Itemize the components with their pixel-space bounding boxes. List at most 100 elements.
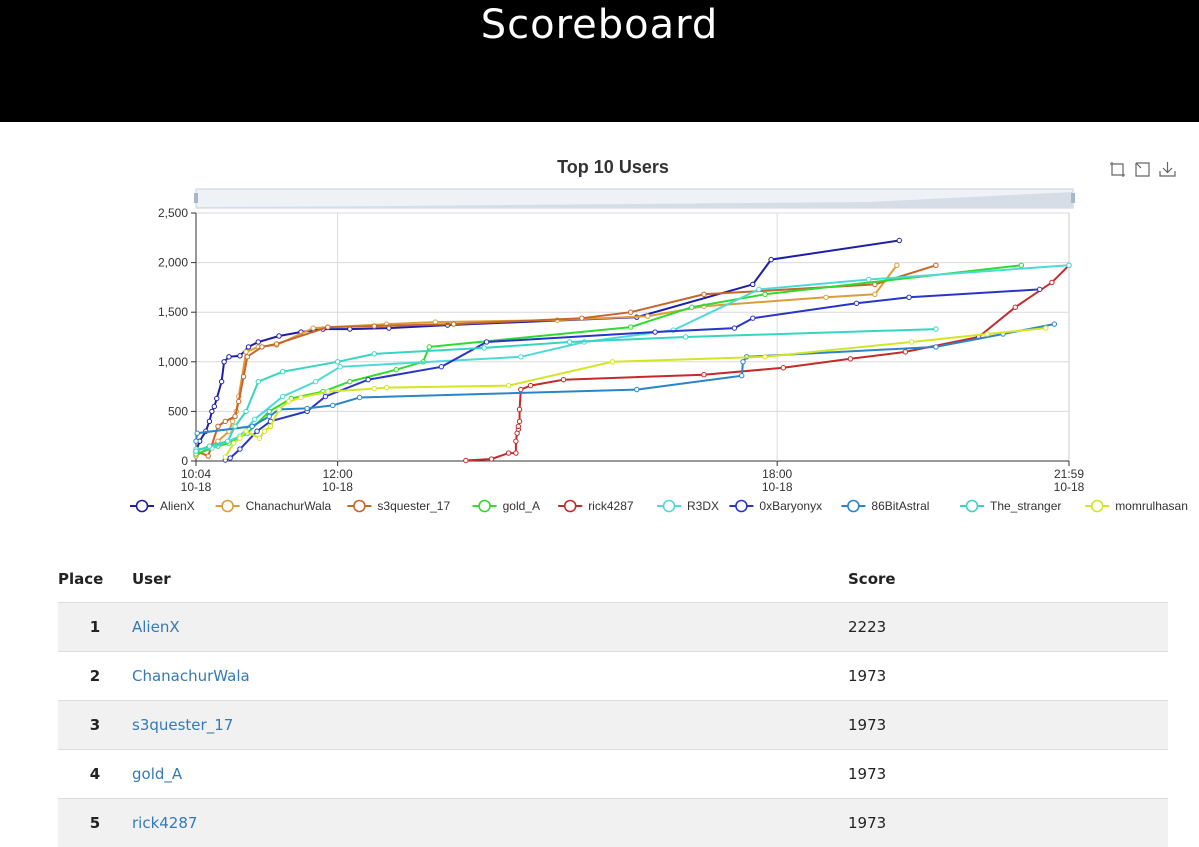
page-header: Scoreboard xyxy=(0,0,1199,122)
header-user: User xyxy=(132,555,848,603)
row-place: 4 xyxy=(58,750,132,799)
data-point xyxy=(519,355,523,359)
data-point xyxy=(763,292,767,296)
user-link[interactable]: ChanachurWala xyxy=(132,667,250,685)
data-point xyxy=(897,238,901,242)
data-point xyxy=(567,340,571,344)
legend-label: 0xBaryonyx xyxy=(759,499,822,513)
data-point xyxy=(848,357,852,361)
x-tick-date: 10-18 xyxy=(762,480,793,494)
data-point xyxy=(305,406,309,410)
data-point xyxy=(702,372,706,376)
data-point xyxy=(357,395,361,399)
data-point xyxy=(195,431,199,435)
data-point xyxy=(210,409,214,413)
series-line-gold_A xyxy=(196,265,1021,454)
data-point xyxy=(873,292,877,296)
data-point xyxy=(580,316,584,320)
data-point xyxy=(751,316,755,320)
row-score: 1973 xyxy=(848,799,1168,847)
data-point xyxy=(561,377,565,381)
data-point xyxy=(690,305,694,309)
restore-icon[interactable] xyxy=(1133,160,1152,179)
data-point xyxy=(287,399,291,403)
legend-label: The_stranger xyxy=(990,499,1061,513)
data-point xyxy=(628,310,632,314)
data-point xyxy=(262,429,266,433)
zoom-icon[interactable] xyxy=(1108,160,1127,179)
data-point xyxy=(194,439,198,443)
y-tick-label: 2,500 xyxy=(158,206,188,220)
data-point xyxy=(280,370,284,374)
y-tick-label: 1,000 xyxy=(158,355,188,369)
data-point xyxy=(216,424,220,428)
data-point xyxy=(226,439,230,443)
series-line-AlienX xyxy=(196,241,899,452)
data-point xyxy=(506,451,510,455)
legend-marker xyxy=(354,501,365,512)
data-point xyxy=(516,424,520,428)
zoom-handle-left xyxy=(194,193,198,203)
y-tick-label: 2,000 xyxy=(158,256,188,270)
data-point xyxy=(732,326,736,330)
data-point xyxy=(323,394,327,398)
data-point xyxy=(233,414,237,418)
legend-label: s3quester_17 xyxy=(377,499,450,513)
user-link[interactable]: rick4287 xyxy=(132,814,197,832)
data-point xyxy=(268,424,272,428)
user-link[interactable]: s3quester_17 xyxy=(132,716,233,734)
data-point xyxy=(277,407,281,411)
legend-marker xyxy=(137,501,148,512)
x-tick-label: 10:04 xyxy=(181,467,211,481)
data-point xyxy=(489,457,493,461)
x-tick-date: 10-18 xyxy=(322,480,353,494)
data-point xyxy=(1013,305,1017,309)
legend-marker xyxy=(664,501,675,512)
data-point xyxy=(907,295,911,299)
data-point xyxy=(635,387,639,391)
data-point xyxy=(232,441,236,445)
zoom-handle-right xyxy=(1071,193,1075,203)
row-place: 3 xyxy=(58,701,132,750)
data-point xyxy=(238,436,242,440)
data-point xyxy=(646,314,650,318)
series-line-0xBaryonyx xyxy=(225,289,1039,460)
data-point xyxy=(233,424,237,428)
data-point xyxy=(256,340,260,344)
data-point xyxy=(223,455,227,459)
data-point xyxy=(1067,263,1071,267)
data-point xyxy=(514,439,518,443)
data-point xyxy=(244,350,248,354)
download-icon[interactable] xyxy=(1158,160,1177,179)
data-point xyxy=(740,373,744,377)
data-point xyxy=(1044,326,1048,330)
data-point xyxy=(867,277,871,281)
row-place: 1 xyxy=(58,603,132,652)
data-point xyxy=(267,414,271,418)
data-point xyxy=(985,332,989,336)
series-line-s3quester_17 xyxy=(196,265,936,456)
user-link[interactable]: gold_A xyxy=(132,765,182,783)
legend-label: ChanachurWala xyxy=(246,499,332,513)
legend-label: AlienX xyxy=(160,499,195,513)
legend-marker xyxy=(967,501,978,512)
chart-toolbox xyxy=(1108,160,1177,179)
line-chart: 05001,0001,5002,0002,50010:0410-1812:001… xyxy=(0,180,1199,525)
legend-marker xyxy=(736,501,747,512)
chart-title: Top 10 Users xyxy=(0,157,1199,178)
data-point xyxy=(895,263,899,267)
data-point xyxy=(237,399,241,403)
row-score: 1973 xyxy=(848,652,1168,701)
data-point xyxy=(238,354,242,358)
data-point xyxy=(427,345,431,349)
data-point xyxy=(741,360,745,364)
data-point xyxy=(206,454,210,458)
data-point xyxy=(260,345,264,349)
header-place: Place xyxy=(58,555,132,603)
row-score: 2223 xyxy=(848,603,1168,652)
data-point xyxy=(394,368,398,372)
series-line-R3DX xyxy=(196,265,1069,449)
user-link[interactable]: AlienX xyxy=(132,618,180,636)
data-point xyxy=(482,346,486,350)
legend-marker xyxy=(848,501,859,512)
